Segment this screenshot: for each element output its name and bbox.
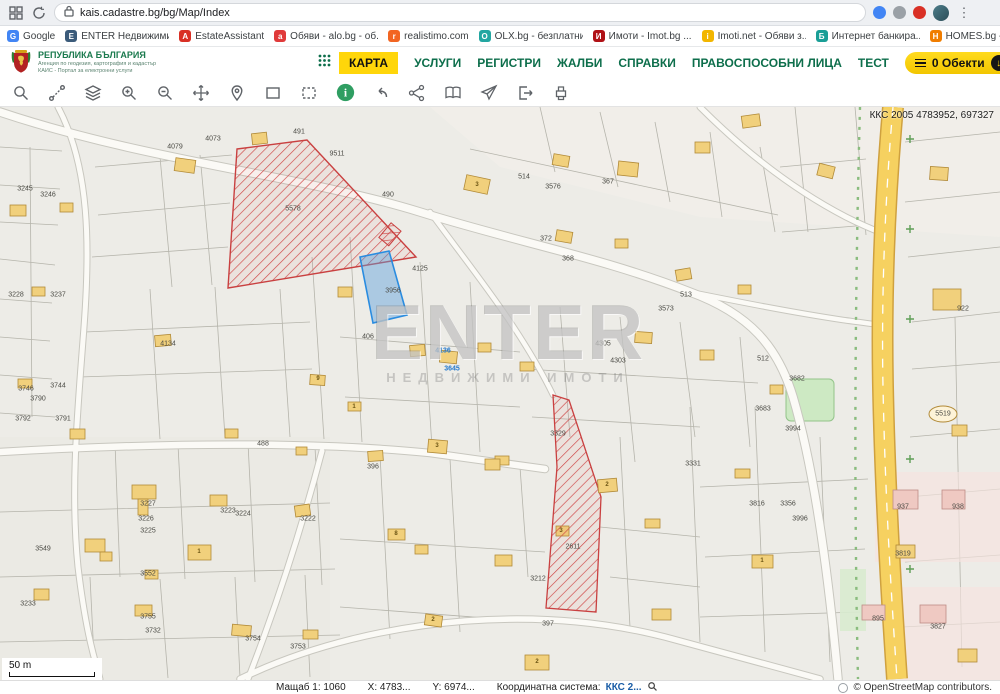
bookmark-favicon: И bbox=[593, 30, 605, 42]
bookmark-item[interactable]: A EstateAssistant bbox=[179, 30, 264, 42]
bookmark-favicon: r bbox=[388, 30, 400, 42]
bookmark-label: Google bbox=[23, 31, 55, 42]
extension-icon-red[interactable] bbox=[913, 6, 926, 19]
bookmark-favicon: E bbox=[65, 30, 77, 42]
info-tool-button-active[interactable]: i bbox=[332, 81, 358, 105]
bookmark-item[interactable]: G Google bbox=[7, 30, 55, 42]
bookmark-favicon: a bbox=[274, 30, 286, 42]
bookmark-favicon: A bbox=[179, 30, 191, 42]
nav-grid-icon[interactable] bbox=[318, 54, 331, 72]
bookmark-item[interactable]: E ENTER Недвижими... bbox=[65, 30, 169, 42]
apps-grid-icon[interactable] bbox=[8, 5, 24, 21]
browser-menu-icon[interactable]: ⋮ bbox=[956, 5, 972, 21]
bookmark-favicon: Б bbox=[816, 30, 828, 42]
chevron-down-icon: ↓ bbox=[991, 55, 1000, 71]
zoom-out-tool-button[interactable] bbox=[152, 81, 178, 105]
exit-tool-button[interactable] bbox=[512, 81, 538, 105]
nav-item-test[interactable]: ТЕСТ bbox=[858, 56, 889, 70]
bookmark-favicon: O bbox=[479, 30, 491, 42]
status-y-coordinate: Y: 6974... bbox=[432, 682, 474, 693]
nav-item-zhalbi[interactable]: ЖАЛБИ bbox=[557, 56, 602, 70]
bookmark-item[interactable]: H HOMES.bg - Имоти... bbox=[930, 30, 1000, 42]
scale-bar: 50 m bbox=[2, 658, 102, 680]
bookmark-label: HOMES.bg - Имоти... bbox=[946, 31, 1000, 42]
bookmark-item[interactable]: Б Интернет банкира... bbox=[816, 30, 920, 42]
print-tool-button[interactable] bbox=[548, 81, 574, 105]
profile-avatar[interactable] bbox=[933, 5, 949, 21]
org-subtitle-1: Агенция по геодезия, картография и кадас… bbox=[38, 61, 156, 68]
objects-button[interactable]: 0 Обекти ↓ bbox=[905, 52, 1000, 74]
status-scale: Мащаб 1: 1060 bbox=[276, 682, 346, 693]
nav-item-spravki[interactable]: СПРАВКИ bbox=[618, 56, 676, 70]
select-rect-tool-button[interactable] bbox=[260, 81, 286, 105]
extension-icon-gray[interactable] bbox=[893, 6, 906, 19]
location-tool-button[interactable] bbox=[224, 81, 250, 105]
map-coordinates-readout: ККС 2005 4783952, 697327 bbox=[870, 110, 994, 121]
bookmark-item[interactable]: a Обяви - alo.bg - об... bbox=[274, 30, 378, 42]
bookmark-label: Imoti.net - Обяви з... bbox=[718, 31, 806, 42]
statusbar-search-icon[interactable] bbox=[647, 681, 658, 694]
measure-tool-button[interactable] bbox=[44, 81, 70, 105]
share-tool-button[interactable] bbox=[404, 81, 430, 105]
osm-attribution-text: © OpenStreetMap contributors. bbox=[853, 682, 992, 693]
nav-item-uslugi[interactable]: УСЛУГИ bbox=[414, 56, 461, 70]
bookmark-favicon: H bbox=[930, 30, 942, 42]
bookmark-label: ENTER Недвижими... bbox=[81, 31, 169, 42]
site-header: РЕПУБЛИКА БЪЛГАРИЯ Агенция по геодезия, … bbox=[0, 47, 1000, 79]
bookmark-label: Интернет банкира... bbox=[832, 31, 920, 42]
bookmark-item[interactable]: O OLX.bg - безплатни... bbox=[479, 30, 583, 42]
bookmark-label: Обяви - alo.bg - об... bbox=[290, 31, 378, 42]
org-subtitle-2: КАИС - Портал за електронни услуги bbox=[38, 68, 156, 75]
basemap-svg bbox=[0, 107, 1000, 680]
bookmark-favicon: G bbox=[7, 30, 19, 42]
lock-icon bbox=[64, 5, 74, 20]
objects-button-label: 0 Обекти bbox=[932, 56, 985, 70]
nav-item-pravosposobni-litsa[interactable]: ПРАВОСПОСОБНИ ЛИЦА bbox=[692, 56, 842, 70]
osm-logo-icon bbox=[838, 683, 848, 693]
previous-extent-tool-button[interactable] bbox=[368, 81, 394, 105]
coat-of-arms-logo bbox=[10, 48, 32, 79]
list-icon bbox=[915, 59, 926, 68]
select-area-tool-button[interactable] bbox=[296, 81, 322, 105]
org-title: РЕПУБЛИКА БЪЛГАРИЯ bbox=[38, 51, 156, 61]
bookmark-item[interactable]: И Имоти - Imot.bg ... bbox=[593, 30, 692, 42]
pan-tool-button[interactable] bbox=[188, 81, 214, 105]
agency-logo-block[interactable]: РЕПУБЛИКА БЪЛГАРИЯ Агенция по геодезия, … bbox=[10, 48, 310, 79]
url-text: kais.cadastre.bg/bg/Map/Index bbox=[80, 7, 230, 19]
scale-bar-line bbox=[9, 672, 95, 677]
bookmark-label: EstateAssistant bbox=[195, 31, 264, 42]
send-tool-button[interactable] bbox=[476, 81, 502, 105]
status-crs-select[interactable]: ККС 2... bbox=[606, 682, 642, 693]
nav-item-karta[interactable]: КАРТА bbox=[339, 52, 398, 74]
bookmark-item[interactable]: i Imoti.net - Обяви з... bbox=[702, 30, 806, 42]
browser-bar: kais.cadastre.bg/bg/Map/Index ⋮ bbox=[0, 0, 1000, 26]
url-bar[interactable]: kais.cadastre.bg/bg/Map/Index bbox=[54, 3, 866, 22]
bookmarks-bar: G Google E ENTER Недвижими... A EstateAssis… bbox=[0, 26, 1000, 47]
status-bar: Мащаб 1: 1060 X: 4783... Y: 6974... Коор… bbox=[0, 680, 1000, 694]
status-crs-label: Координатна система: bbox=[497, 682, 601, 693]
nav-item-registri[interactable]: РЕГИСТРИ bbox=[477, 56, 541, 70]
refresh-icon[interactable] bbox=[31, 5, 47, 21]
extension-icon-blue[interactable] bbox=[873, 6, 886, 19]
bookmark-label: realistimo.com bbox=[404, 31, 468, 42]
main-nav: КАРТА УСЛУГИ РЕГИСТРИ ЖАЛБИ СПРАВКИ ПРАВ… bbox=[339, 52, 1000, 74]
osm-attribution[interactable]: © OpenStreetMap contributors. bbox=[838, 682, 992, 693]
bookmark-item[interactable]: r realistimo.com bbox=[388, 30, 468, 42]
bookmark-label: Имоти - Imot.bg ... bbox=[609, 31, 692, 42]
legend-tool-button[interactable] bbox=[440, 81, 466, 105]
bookmark-label: OLX.bg - безплатни... bbox=[495, 31, 583, 42]
status-x-coordinate: X: 4783... bbox=[368, 682, 411, 693]
zoom-in-tool-button[interactable] bbox=[116, 81, 142, 105]
scale-bar-label: 50 m bbox=[9, 660, 31, 671]
bookmark-favicon: i bbox=[702, 30, 714, 42]
layers-tool-button[interactable] bbox=[80, 81, 106, 105]
map-canvas[interactable]: 4079407349195114905143576367324532463228… bbox=[0, 107, 1000, 680]
map-toolbar: i bbox=[0, 79, 1000, 107]
search-tool-button[interactable] bbox=[8, 81, 34, 105]
